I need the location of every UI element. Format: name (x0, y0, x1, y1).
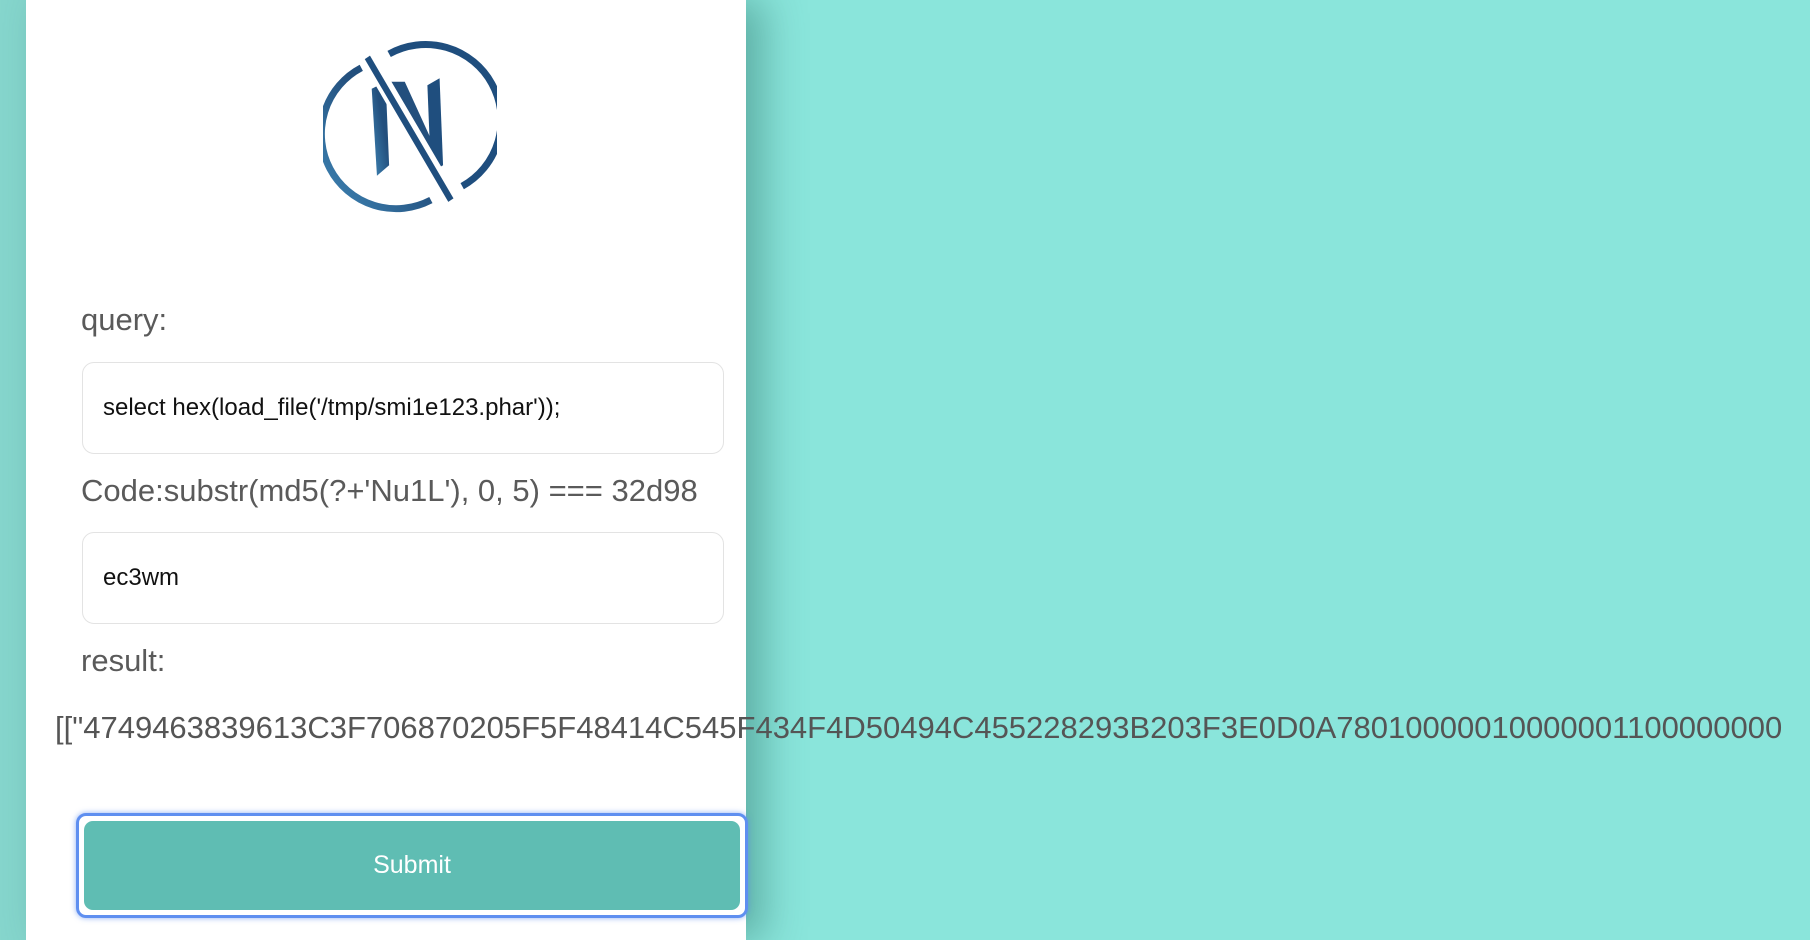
background-strip (0, 0, 26, 940)
result-value: [["4749463839613C3F706870205F5F48414C545… (55, 710, 1783, 745)
result-overflow-area: [["4749463839613C3F706870205F5F48414C545… (0, 700, 1810, 760)
query-label: query: (81, 302, 168, 337)
submit-focus-ring: Submit (76, 813, 748, 918)
n-circle-logo-icon (323, 41, 497, 213)
query-input[interactable] (82, 362, 724, 454)
code-input[interactable] (82, 532, 724, 624)
submit-button[interactable]: Submit (84, 821, 740, 910)
code-label: Code:substr(md5(?+'Nu1L'), 0, 5) === 32d… (81, 473, 698, 508)
result-label: result: (81, 643, 166, 678)
form-panel: query: Code:substr(md5(?+'Nu1L'), 0, 5) … (26, 0, 748, 940)
